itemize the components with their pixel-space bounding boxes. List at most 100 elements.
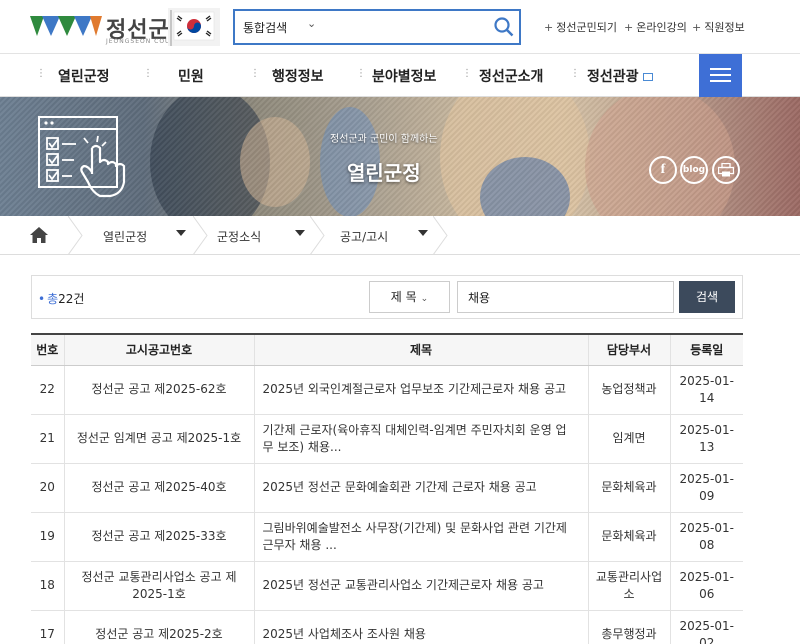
site-header: 정선군 JEONGSEON COUNTY 통합검색 ⌄ + 정선군민되기 + 온라인…	[0, 0, 800, 54]
cell-notice-no: 정선군 임계면 공고 제2025-1호	[64, 414, 255, 464]
search-field-select[interactable]: 제 목 ⌄	[369, 281, 450, 313]
breadcrumb-separator	[68, 216, 83, 255]
cell-notice-no: 정선군 공고 제2025-2호	[64, 610, 255, 644]
site-logo[interactable]: 정선군 JEONGSEON COUNTY	[30, 6, 220, 48]
hamburger-icon[interactable]	[699, 54, 742, 97]
table-row: 17 정선군 공고 제2025-2호 2025년 사업체조사 조사원 채용 총무…	[31, 610, 743, 644]
table-row: 19 정선군 공고 제2025-33호 그림바위예술발전소 사무장(기간제) 및…	[31, 512, 743, 562]
cell-date: 2025-01-06	[670, 561, 743, 611]
notice-table: 번호 고시공고번호 제목 담당부서 등록일 22 정선군 공고 제2025-62…	[31, 333, 743, 644]
nav-item-label: 정선관광	[587, 69, 639, 85]
caret-down-icon[interactable]	[176, 230, 186, 236]
col-header-no: 번호	[31, 333, 65, 366]
logo-mountain-icon	[30, 16, 102, 36]
print-icon[interactable]	[712, 156, 740, 184]
table-header-row: 번호 고시공고번호 제목 담당부서 등록일	[31, 333, 743, 366]
board-search-bar: •총22건 제 목⌄ 검색	[31, 275, 743, 319]
table-row: 22 정선군 공고 제2025-62호 2025년 외국인계절근로자 업무보조 …	[31, 365, 743, 415]
cell-notice-no: 정선군 공고 제2025-40호	[64, 463, 255, 513]
cell-dept: 농업정책과	[588, 365, 671, 415]
col-header-date: 등록일	[670, 333, 743, 366]
cell-title-link[interactable]: 그림바위예술발전소 사무장(기간제) 및 문화사업 관련 기간제 근무자 채용 …	[254, 512, 589, 562]
nav-item-open-gov[interactable]: 열린군정	[58, 66, 110, 86]
cell-no: 21	[31, 414, 65, 464]
cell-title-link[interactable]: 기간제 근로자(육아휴직 대체인력-임계면 주민자치회 운영 업무 보조) 채용…	[254, 414, 589, 464]
cell-no: 18	[31, 561, 65, 611]
nav-divider: ⋮	[462, 68, 472, 79]
caret-down-icon[interactable]	[295, 230, 305, 236]
nav-divider: ⋮	[250, 68, 260, 79]
nav-item-fields[interactable]: 분야별정보	[372, 66, 436, 86]
util-link-join[interactable]: + 정선군민되기	[544, 19, 617, 35]
printer-icon	[717, 162, 735, 177]
cell-dept: 문화체육과	[588, 463, 671, 513]
util-link-label: 온라인강의	[636, 21, 687, 34]
breadcrumb-item-news[interactable]: 군정소식	[217, 228, 261, 245]
cell-notice-no: 정선군 교통관리사업소 공고 제2025-1호	[64, 561, 255, 611]
col-header-dept: 담당부서	[588, 333, 671, 366]
search-field-value: 제 목	[390, 290, 417, 304]
cell-date: 2025-01-14	[670, 365, 743, 415]
util-link-label: 직원정보	[704, 21, 745, 34]
cell-notice-no: 정선군 공고 제2025-33호	[64, 512, 255, 562]
cell-date: 2025-01-02	[670, 610, 743, 644]
table-row: 20 정선군 공고 제2025-40호 2025년 정선군 문화예술회관 기간제…	[31, 463, 743, 513]
cell-title-link[interactable]: 2025년 외국인계절근로자 업무보조 기간제근로자 채용 공고	[254, 365, 589, 415]
util-link-lecture[interactable]: + 온라인강의	[624, 19, 687, 35]
search-icon[interactable]	[493, 16, 515, 38]
breadcrumb-separator	[433, 216, 448, 255]
cell-dept: 문화체육과	[588, 512, 671, 562]
integrated-search: 통합검색 ⌄	[233, 9, 521, 45]
blog-icon[interactable]: blog	[680, 156, 708, 184]
cell-dept: 임계면	[588, 414, 671, 464]
main-navigation: ⋮ 열린군정 ⋮ 민원 ⋮ 행정정보 ⋮ 분야별정보 ⋮ 정선군소개 ⋮ 정선관…	[0, 54, 800, 97]
nav-item-about[interactable]: 정선군소개	[479, 66, 543, 86]
total-count: • 총22건	[38, 290, 84, 307]
table-row: 18 정선군 교통관리사업소 공고 제2025-1호 2025년 정선군 교통관…	[31, 561, 743, 611]
table-row: 21 정선군 임계면 공고 제2025-1호 기간제 근로자(육아휴직 대체인력…	[31, 414, 743, 464]
plus-icon: +	[692, 21, 702, 34]
breadcrumb-separator	[310, 216, 325, 255]
breadcrumb-item-open-gov[interactable]: 열린군정	[103, 228, 147, 245]
breadcrumb-item-notice[interactable]: 공고/고시	[340, 228, 388, 245]
cell-no: 19	[31, 512, 65, 562]
col-header-title: 제목	[254, 333, 589, 366]
external-link-icon	[642, 73, 653, 81]
chevron-down-icon[interactable]: ⌄	[307, 17, 316, 30]
cell-title-link[interactable]: 2025년 정선군 문화예술회관 기간제 근로자 채용 공고	[254, 463, 589, 513]
nav-divider: ⋮	[143, 68, 153, 79]
caret-down-icon[interactable]	[418, 230, 428, 236]
cell-dept: 총무행정과	[588, 610, 671, 644]
keyword-input[interactable]	[457, 281, 674, 313]
breadcrumb-separator	[193, 216, 208, 255]
total-label: 총	[47, 292, 59, 306]
cell-date: 2025-01-13	[670, 414, 743, 464]
total-value: 22건	[58, 292, 85, 306]
breadcrumb: 열린군정 군정소식 공고/고시	[0, 216, 800, 255]
plus-icon: +	[624, 21, 634, 34]
banner-subtitle: 정선군과 군민이 함께하는	[330, 134, 438, 145]
chevron-down-icon: ⌄	[420, 294, 429, 304]
home-icon[interactable]	[30, 227, 48, 243]
bullet-icon: •	[38, 292, 46, 306]
facebook-icon[interactable]: f	[649, 156, 677, 184]
search-scope-select[interactable]: 통합검색	[243, 19, 287, 36]
nav-divider: ⋮	[356, 68, 366, 79]
cell-notice-no: 정선군 공고 제2025-62호	[64, 365, 255, 415]
search-input[interactable]	[325, 15, 485, 39]
util-link-staff[interactable]: + 직원정보	[692, 19, 745, 35]
nav-item-admin[interactable]: 행정정보	[272, 66, 324, 86]
nav-item-civil[interactable]: 민원	[178, 66, 204, 86]
cell-no: 17	[31, 610, 65, 644]
cell-title-link[interactable]: 2025년 사업체조사 조사원 채용	[254, 610, 589, 644]
cell-dept: 교통관리사업소	[588, 561, 671, 611]
cell-title-link[interactable]: 2025년 정선군 교통관리사업소 기간제근로자 채용 공고	[254, 561, 589, 611]
nav-divider: ⋮	[36, 68, 46, 79]
sub-visual-banner: 정선군과 군민이 함께하는 열린군정 f blog	[0, 97, 800, 216]
notice-board-icon	[38, 116, 126, 198]
cell-date: 2025-01-09	[670, 463, 743, 513]
nav-item-tour[interactable]: 정선관광	[587, 66, 653, 86]
korean-flag-icon	[168, 8, 220, 46]
cell-date: 2025-01-08	[670, 512, 743, 562]
search-button[interactable]: 검색	[679, 281, 735, 313]
